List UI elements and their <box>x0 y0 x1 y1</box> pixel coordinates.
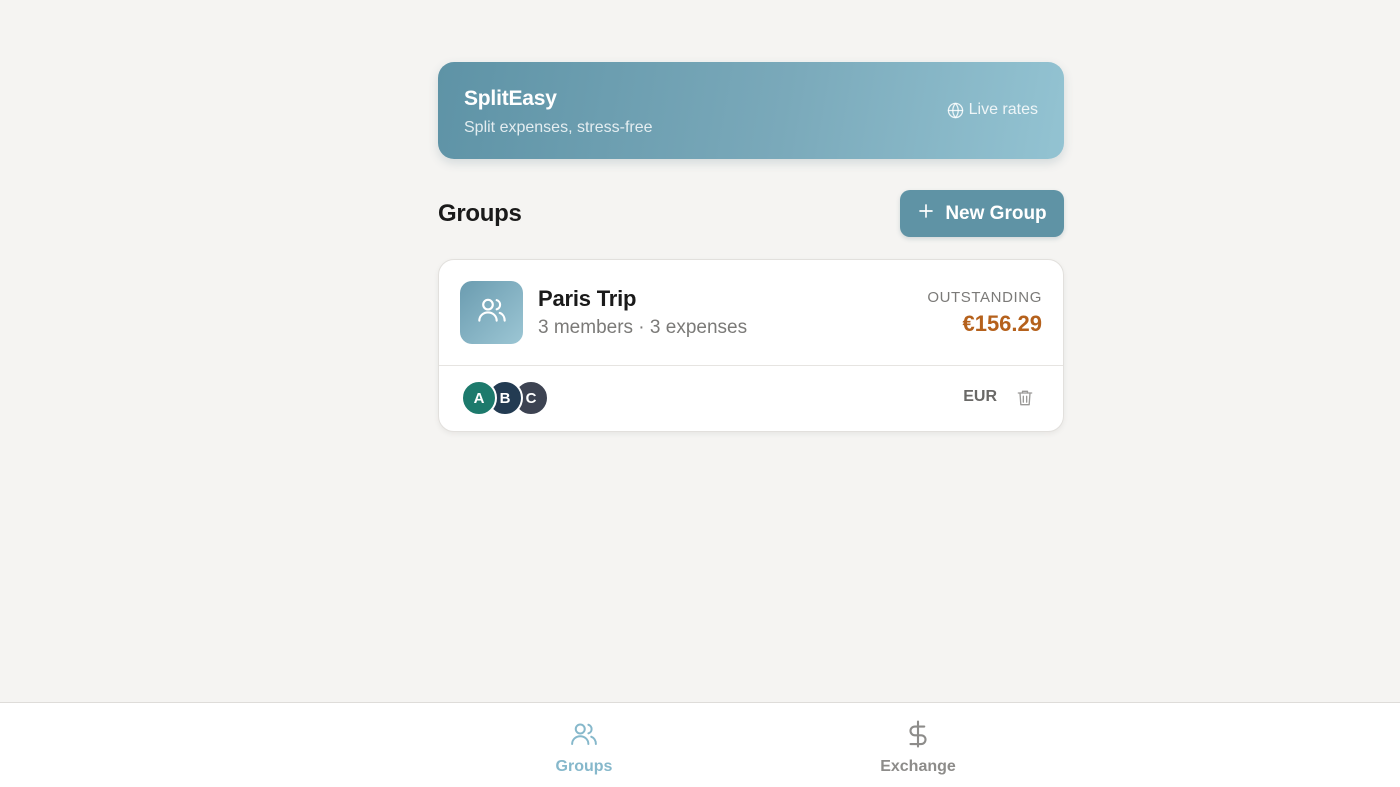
member-avatars: A B C <box>461 380 549 416</box>
main-content: SplitEasy Split expenses, stress-free Li… <box>438 62 1064 432</box>
globe-icon <box>947 102 964 119</box>
app-subtitle: Split expenses, stress-free <box>464 119 653 136</box>
dollar-icon <box>903 719 933 754</box>
member-avatar: A <box>461 380 497 416</box>
new-group-label: New Group <box>945 202 1047 224</box>
live-rates-label: Live rates <box>968 101 1038 118</box>
group-card[interactable]: Paris Trip 3 members · 3 expenses OUTSTA… <box>438 259 1064 432</box>
group-currency: EUR <box>963 388 997 405</box>
group-name: Paris Trip <box>538 286 637 311</box>
nav-tab-groups[interactable]: Groups <box>514 719 654 776</box>
nav-label-groups: Groups <box>555 758 613 775</box>
group-meta: 3 members · 3 expenses <box>538 317 748 338</box>
groups-header: Groups New Group <box>438 190 1064 237</box>
plus-icon <box>917 202 935 226</box>
app-root: SplitEasy Split expenses, stress-free Li… <box>0 0 1400 787</box>
group-card-summary: Paris Trip 3 members · 3 expenses OUTSTA… <box>439 260 1063 366</box>
nav-label-exchange: Exchange <box>880 758 956 775</box>
trash-icon[interactable] <box>1015 388 1035 408</box>
users-icon <box>476 294 508 331</box>
groups-title: Groups <box>438 200 522 227</box>
app-header-banner: SplitEasy Split expenses, stress-free Li… <box>438 62 1064 159</box>
users-icon <box>568 719 600 754</box>
outstanding-amount: €156.29 <box>962 311 1042 336</box>
live-rates-indicator: Live rates <box>947 101 1038 119</box>
app-title: SplitEasy <box>464 87 557 110</box>
bottom-nav: Groups Exchange <box>0 702 1400 787</box>
nav-tab-exchange[interactable]: Exchange <box>848 719 988 776</box>
group-avatar <box>460 281 523 344</box>
group-card-footer: A B C EUR <box>439 366 1063 431</box>
outstanding-label: OUTSTANDING <box>927 289 1042 306</box>
new-group-button[interactable]: New Group <box>900 190 1064 237</box>
